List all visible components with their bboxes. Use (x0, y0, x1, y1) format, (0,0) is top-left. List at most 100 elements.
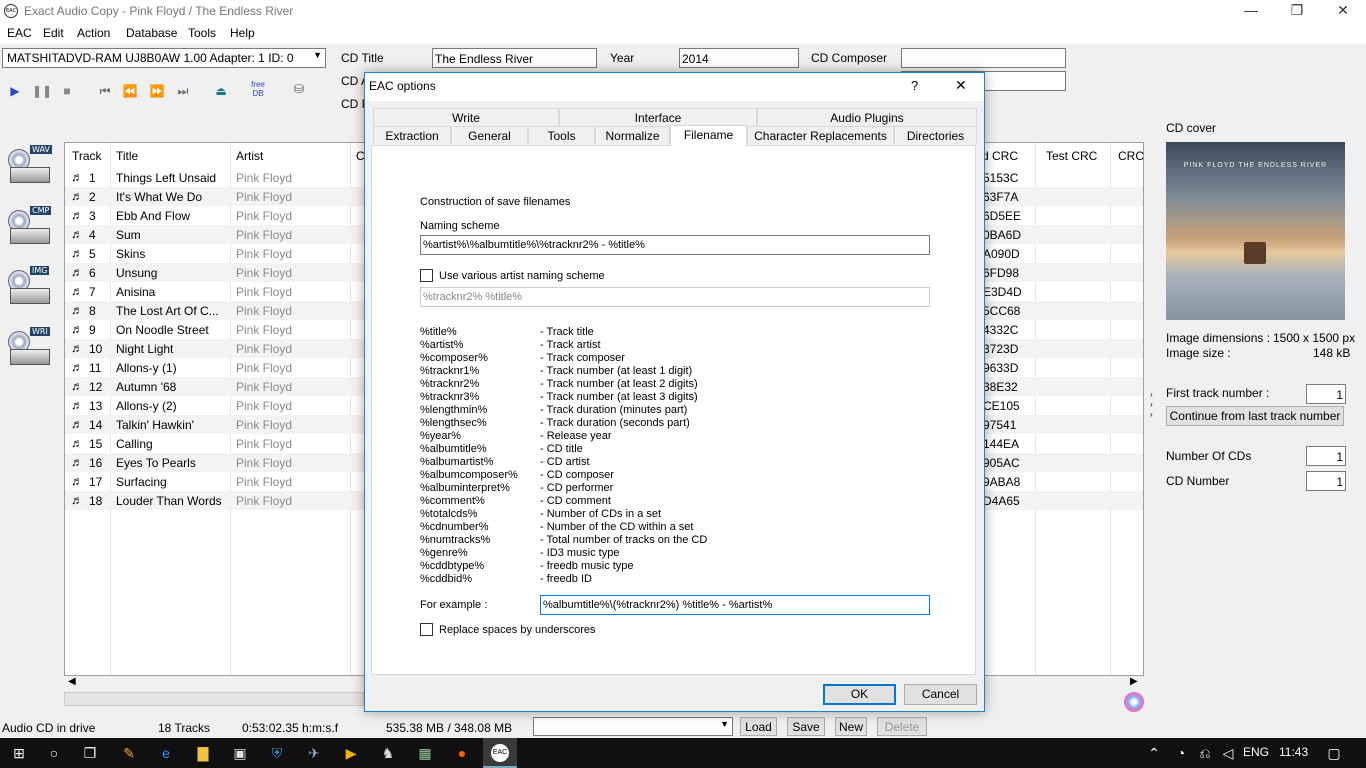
track-number: 16 (89, 456, 103, 470)
cd-composer-field[interactable] (901, 48, 1066, 68)
col-header-artist[interactable]: Artist (236, 143, 263, 167)
firefox-icon[interactable]: ● (453, 744, 471, 762)
pause-icon[interactable]: ❚❚ (32, 84, 52, 102)
app-icon-5[interactable]: ✈ (305, 744, 323, 762)
col-header-test-crc[interactable]: Test CRC (1046, 143, 1097, 167)
profile-select[interactable]: ▼ (533, 717, 733, 736)
track-copied-crc: 63F7A (983, 190, 1019, 204)
usb-icon[interactable]: ⎌ (1196, 744, 1214, 762)
menu-database[interactable]: Database (126, 26, 177, 40)
various-artist-field[interactable]: %tracknr2% %title% (420, 287, 930, 307)
last-track-icon[interactable]: ⏭ (174, 84, 192, 102)
rewind-icon[interactable]: ⏪ (121, 84, 139, 102)
music-note-icon: ♬ (71, 170, 83, 184)
expand-arrows-icon[interactable]: › › › (1150, 390, 1160, 424)
tab-extraction[interactable]: Extraction (373, 126, 451, 144)
col-header-copied-crc[interactable]: d CRC (982, 143, 1018, 167)
close-button[interactable]: ✕ (1320, 2, 1366, 22)
restore-button[interactable]: ❐ (1274, 2, 1320, 22)
tab-character-replacements[interactable]: Character Replacements (747, 126, 894, 144)
image-size-label: Image size : (1166, 346, 1231, 360)
underscores-checkbox[interactable] (420, 623, 433, 636)
tab-normalize[interactable]: Normalize (595, 126, 670, 144)
position-slider[interactable] (64, 692, 364, 706)
placeholder-token: %lengthmin% (420, 404, 488, 416)
write-cd-icon[interactable]: WRI (6, 327, 54, 377)
app-icon-8[interactable]: ▦ (416, 744, 434, 762)
track-copied-crc: A090D (983, 247, 1020, 261)
track-artist: Pink Floyd (236, 494, 293, 508)
media-player-icon[interactable]: ▶ (342, 744, 360, 762)
defender-icon[interactable]: ⛨ (268, 744, 286, 762)
first-track-icon[interactable]: ⏮ (96, 84, 114, 102)
year-field[interactable]: 2014 (679, 48, 799, 68)
menu-edit[interactable]: Edit (43, 26, 64, 40)
cd-number-field[interactable]: 1 (1306, 471, 1346, 491)
eject-icon[interactable]: ⏏ (212, 84, 230, 102)
tab-directories[interactable]: Directories (894, 126, 977, 144)
volume-icon[interactable]: ◁ (1219, 744, 1237, 762)
scroll-left-icon[interactable]: ◀ (68, 676, 76, 687)
example-field[interactable]: %albumtitle%\(%tracknr2%) %title% - %art… (540, 595, 930, 615)
drive-select[interactable]: MATSHITADVD-RAM UJ8B0AW 1.00 Adapter: 1 … (2, 48, 326, 68)
menu-eac[interactable]: EAC (7, 26, 32, 40)
store-icon[interactable]: ▣ (231, 744, 249, 762)
various-artist-checkbox[interactable] (420, 269, 433, 282)
menu-tools[interactable]: Tools (188, 26, 216, 40)
eac-taskbar-button[interactable]: EAC (483, 738, 517, 768)
drive-options-icon[interactable]: ⛁ (288, 82, 310, 100)
cd-title-label: CD Title (341, 51, 384, 65)
play-icon[interactable]: ▶ (6, 84, 24, 102)
language-indicator[interactable]: ENG (1243, 745, 1269, 759)
network-icon[interactable]: ◔ (1172, 744, 1190, 762)
track-number: 15 (89, 437, 103, 451)
save-button[interactable]: Save (787, 717, 825, 736)
delete-button[interactable]: Delete (877, 717, 927, 736)
cancel-button[interactable]: Cancel (904, 684, 977, 705)
edge-icon[interactable]: e (157, 744, 175, 762)
col-header-title[interactable]: Title (116, 143, 138, 167)
file-explorer-icon[interactable]: ▇ (194, 744, 212, 762)
placeholder-description: - CD comment (540, 495, 611, 507)
col-header-track[interactable]: Track (72, 143, 102, 167)
tab-filename[interactable]: Filename (670, 125, 747, 146)
menu-action[interactable]: Action (77, 26, 110, 40)
tab-write[interactable]: Write (373, 108, 559, 126)
underscores-label: Replace spaces by underscores (439, 624, 596, 636)
number-of-cds-field[interactable]: 1 (1306, 446, 1346, 466)
task-view-icon[interactable]: ❐ (81, 744, 99, 762)
windows-start-icon[interactable]: ⊞ (10, 744, 28, 762)
show-hidden-icons-icon[interactable]: ⌃ (1145, 744, 1163, 762)
minimize-button[interactable]: — (1228, 2, 1274, 22)
forward-icon[interactable]: ⏩ (148, 84, 166, 102)
track-title: Surfacing (116, 475, 167, 489)
continue-last-track-button[interactable]: Continue from last track number (1166, 406, 1344, 426)
tools-app-icon[interactable]: ✎ (120, 744, 138, 762)
tab-tools[interactable]: Tools (528, 126, 595, 144)
ok-button[interactable]: OK (823, 684, 896, 705)
help-button[interactable]: ? (911, 78, 918, 93)
clock[interactable]: 11:43 (1279, 745, 1308, 759)
cd-title-field[interactable]: The Endless River (432, 48, 597, 68)
notification-icon[interactable]: ▢ (1325, 744, 1343, 762)
new-button[interactable]: New (835, 717, 867, 736)
copy-wav-icon[interactable]: WAV (6, 145, 54, 195)
freedb-button[interactable]: free DB (246, 80, 270, 98)
load-button[interactable]: Load (740, 717, 777, 736)
music-note-icon: ♬ (71, 474, 83, 488)
tab-general[interactable]: General (451, 126, 528, 144)
first-track-field[interactable]: 1 (1306, 384, 1346, 404)
menu-help[interactable]: Help (230, 26, 255, 40)
col-header-crc[interactable]: CRC (1118, 143, 1144, 167)
tab-audio-plugins[interactable]: Audio Plugins (757, 108, 977, 126)
scroll-right-icon[interactable]: ▶ (1130, 676, 1138, 687)
stop-icon[interactable]: ■ (58, 84, 76, 102)
app-icon-7[interactable]: ♞ (379, 744, 397, 762)
search-icon[interactable]: ○ (45, 744, 63, 762)
copy-compressed-icon[interactable]: CMP (6, 206, 54, 256)
tab-interface[interactable]: Interface (559, 108, 757, 126)
dialog-close-button[interactable]: ✕ (955, 77, 967, 94)
copy-image-icon[interactable]: IMG (6, 266, 54, 316)
naming-scheme-field[interactable]: %artist%\%albumtitle%\%tracknr2% - %titl… (420, 235, 930, 255)
track-copied-crc: E3D4D (983, 285, 1022, 299)
